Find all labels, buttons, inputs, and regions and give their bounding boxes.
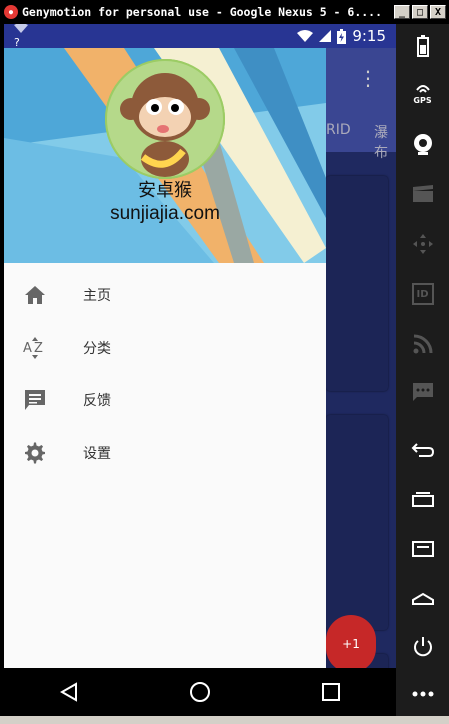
webcam-widget-button[interactable] <box>396 124 449 164</box>
close-button[interactable]: X <box>430 5 446 19</box>
minimize-button[interactable]: _ <box>394 5 410 19</box>
menu-item-settings[interactable]: 设置 <box>4 427 326 480</box>
drawer-menu: 主页 A Z 分类 反馈 设置 <box>4 269 326 479</box>
monkey-avatar-image <box>105 59 225 179</box>
emulator-home-button[interactable] <box>396 579 449 619</box>
feedback-icon <box>23 388 47 412</box>
avatar[interactable] <box>105 59 225 179</box>
webcam-icon <box>413 134 432 155</box>
recents-square-icon <box>321 683 340 701</box>
status-unknown-signal: ? <box>14 36 20 49</box>
gps-widget-button[interactable]: GPS <box>396 74 449 114</box>
wifi-question-icon <box>14 24 28 33</box>
android-nav-bar <box>4 668 396 716</box>
sms-widget-button[interactable] <box>396 372 449 412</box>
gps-label: GPS <box>413 95 432 105</box>
rss-icon <box>413 334 432 354</box>
home-icon <box>23 283 47 307</box>
maximize-button[interactable]: □ <box>412 5 428 19</box>
screencast-widget-button[interactable] <box>396 174 449 214</box>
menu-item-category[interactable]: A Z 分类 <box>4 322 326 375</box>
menu-item-home[interactable]: 主页 <box>4 269 326 322</box>
windows-taskbar <box>0 716 449 724</box>
fab-label: +1 <box>342 637 360 651</box>
message-icon <box>412 383 433 401</box>
more-dots-icon <box>412 691 433 697</box>
svg-text:A: A <box>23 341 32 356</box>
move-arrows-icon <box>412 234 433 254</box>
home-shape-icon <box>411 592 434 605</box>
menu-label-feedback: 反馈 <box>83 393 111 410</box>
emulator-menu-button[interactable] <box>396 529 449 569</box>
phone-screen: ? 9:15 ⋮ RID 瀑布 +1 安卓猴 sunjiajia.com 主页 … <box>4 24 396 668</box>
back-triangle-icon <box>60 682 78 702</box>
wifi-icon <box>297 30 314 42</box>
remote-control-widget-button[interactable] <box>396 224 449 264</box>
status-bar: ? 9:15 <box>4 24 396 49</box>
battery-charging-icon <box>337 28 347 44</box>
menu-label-settings: 设置 <box>83 445 111 462</box>
tab-waterfall[interactable]: 瀑布 <box>374 122 396 162</box>
battery-icon <box>416 35 429 57</box>
svg-text:Z: Z <box>34 341 43 356</box>
overflow-menu-icon[interactable]: ⋮ <box>358 66 378 90</box>
power-icon <box>413 637 432 657</box>
more-options-button[interactable] <box>396 674 449 714</box>
fab-button[interactable]: +1 <box>326 615 376 668</box>
user-name: 安卓猴 <box>138 180 192 201</box>
clock: 9:15 <box>352 27 386 45</box>
recents-button[interactable] <box>311 672 351 712</box>
window-title-bar: ● Genymotion for personal use - Google N… <box>0 0 449 24</box>
menu-label-category: 分类 <box>83 340 111 357</box>
genymotion-app-icon: ● <box>4 5 18 19</box>
cell-signal-icon <box>319 30 332 42</box>
network-widget-button[interactable] <box>396 324 449 364</box>
id-label: ID <box>416 288 429 300</box>
back-button[interactable] <box>49 672 89 712</box>
sort-az-icon: A Z <box>23 336 47 360</box>
id-icon: ID <box>411 283 434 305</box>
user-website: sunjiajia.com <box>110 203 220 224</box>
genymotion-sidebar: GPS ID <box>396 24 449 716</box>
emulator-power-button[interactable] <box>396 627 449 667</box>
drawer-header: 安卓猴 sunjiajia.com <box>4 48 326 263</box>
tab-grid[interactable]: RID <box>326 122 351 138</box>
emulator-back-button[interactable] <box>396 430 449 470</box>
content-card[interactable] <box>326 176 388 391</box>
window-title: Genymotion for personal use - Google Nex… <box>22 5 383 19</box>
content-card[interactable] <box>326 415 388 630</box>
navigation-drawer: 安卓猴 sunjiajia.com 主页 A Z 分类 反馈 设置 <box>4 48 326 668</box>
home-button[interactable] <box>180 672 220 712</box>
gps-icon <box>415 84 430 93</box>
recents-icon <box>411 492 434 507</box>
battery-widget-button[interactable] <box>396 26 449 66</box>
clapperboard-icon <box>412 185 433 202</box>
menu-label-home: 主页 <box>83 288 111 305</box>
menu-item-feedback[interactable]: 反馈 <box>4 374 326 427</box>
settings-icon <box>23 441 47 465</box>
emulator-recents-button[interactable] <box>396 479 449 519</box>
device-id-widget-button[interactable]: ID <box>396 274 449 314</box>
menu-icon <box>411 541 434 557</box>
back-arrow-icon <box>411 443 434 457</box>
home-circle-icon <box>189 682 210 702</box>
